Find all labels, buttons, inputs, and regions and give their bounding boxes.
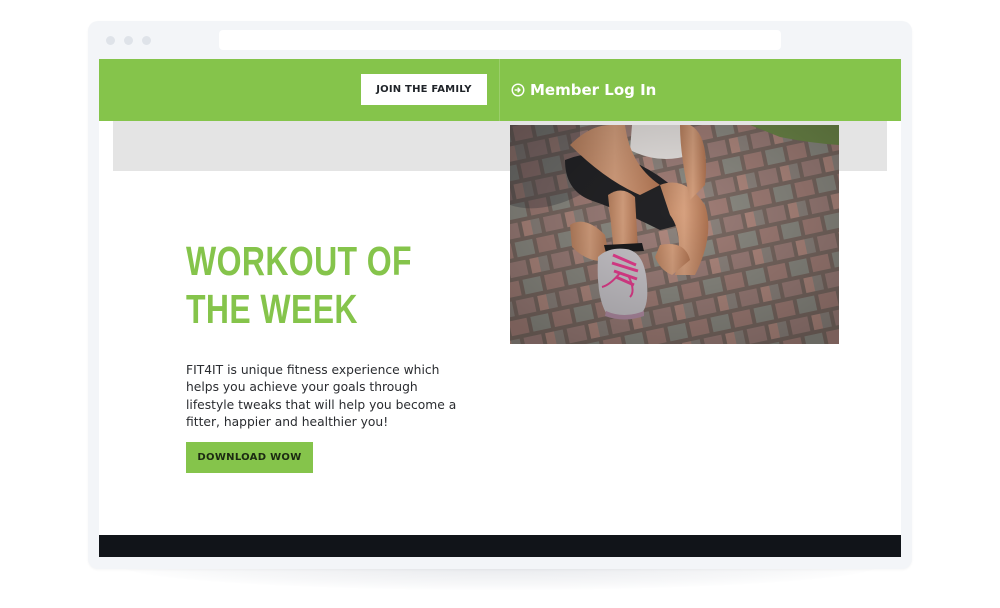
footer-bar: [99, 535, 901, 557]
hero-title: WORKOUT OF THE WEEK: [186, 238, 412, 332]
header-divider: [499, 59, 500, 121]
window-close-dot[interactable]: [106, 36, 115, 45]
page-viewport: JOIN THE FAMILY Member Log In WORKOUT OF…: [99, 59, 901, 557]
hero-photo: [510, 125, 839, 344]
join-the-family-button[interactable]: JOIN THE FAMILY: [361, 74, 487, 105]
member-login-label: Member Log In: [530, 81, 657, 99]
site-header: JOIN THE FAMILY Member Log In: [99, 59, 901, 121]
tying-running-shoe-photo: [510, 125, 839, 344]
hero-description: FIT4IT is unique fitness experience whic…: [186, 363, 457, 429]
address-bar[interactable]: [219, 30, 781, 50]
member-login-link[interactable]: Member Log In: [511, 78, 656, 102]
login-arrow-icon: [511, 83, 525, 97]
window-minimize-dot[interactable]: [124, 36, 133, 45]
window-maximize-dot[interactable]: [142, 36, 151, 45]
download-wow-button[interactable]: DOWNLOAD WOW: [186, 442, 313, 473]
